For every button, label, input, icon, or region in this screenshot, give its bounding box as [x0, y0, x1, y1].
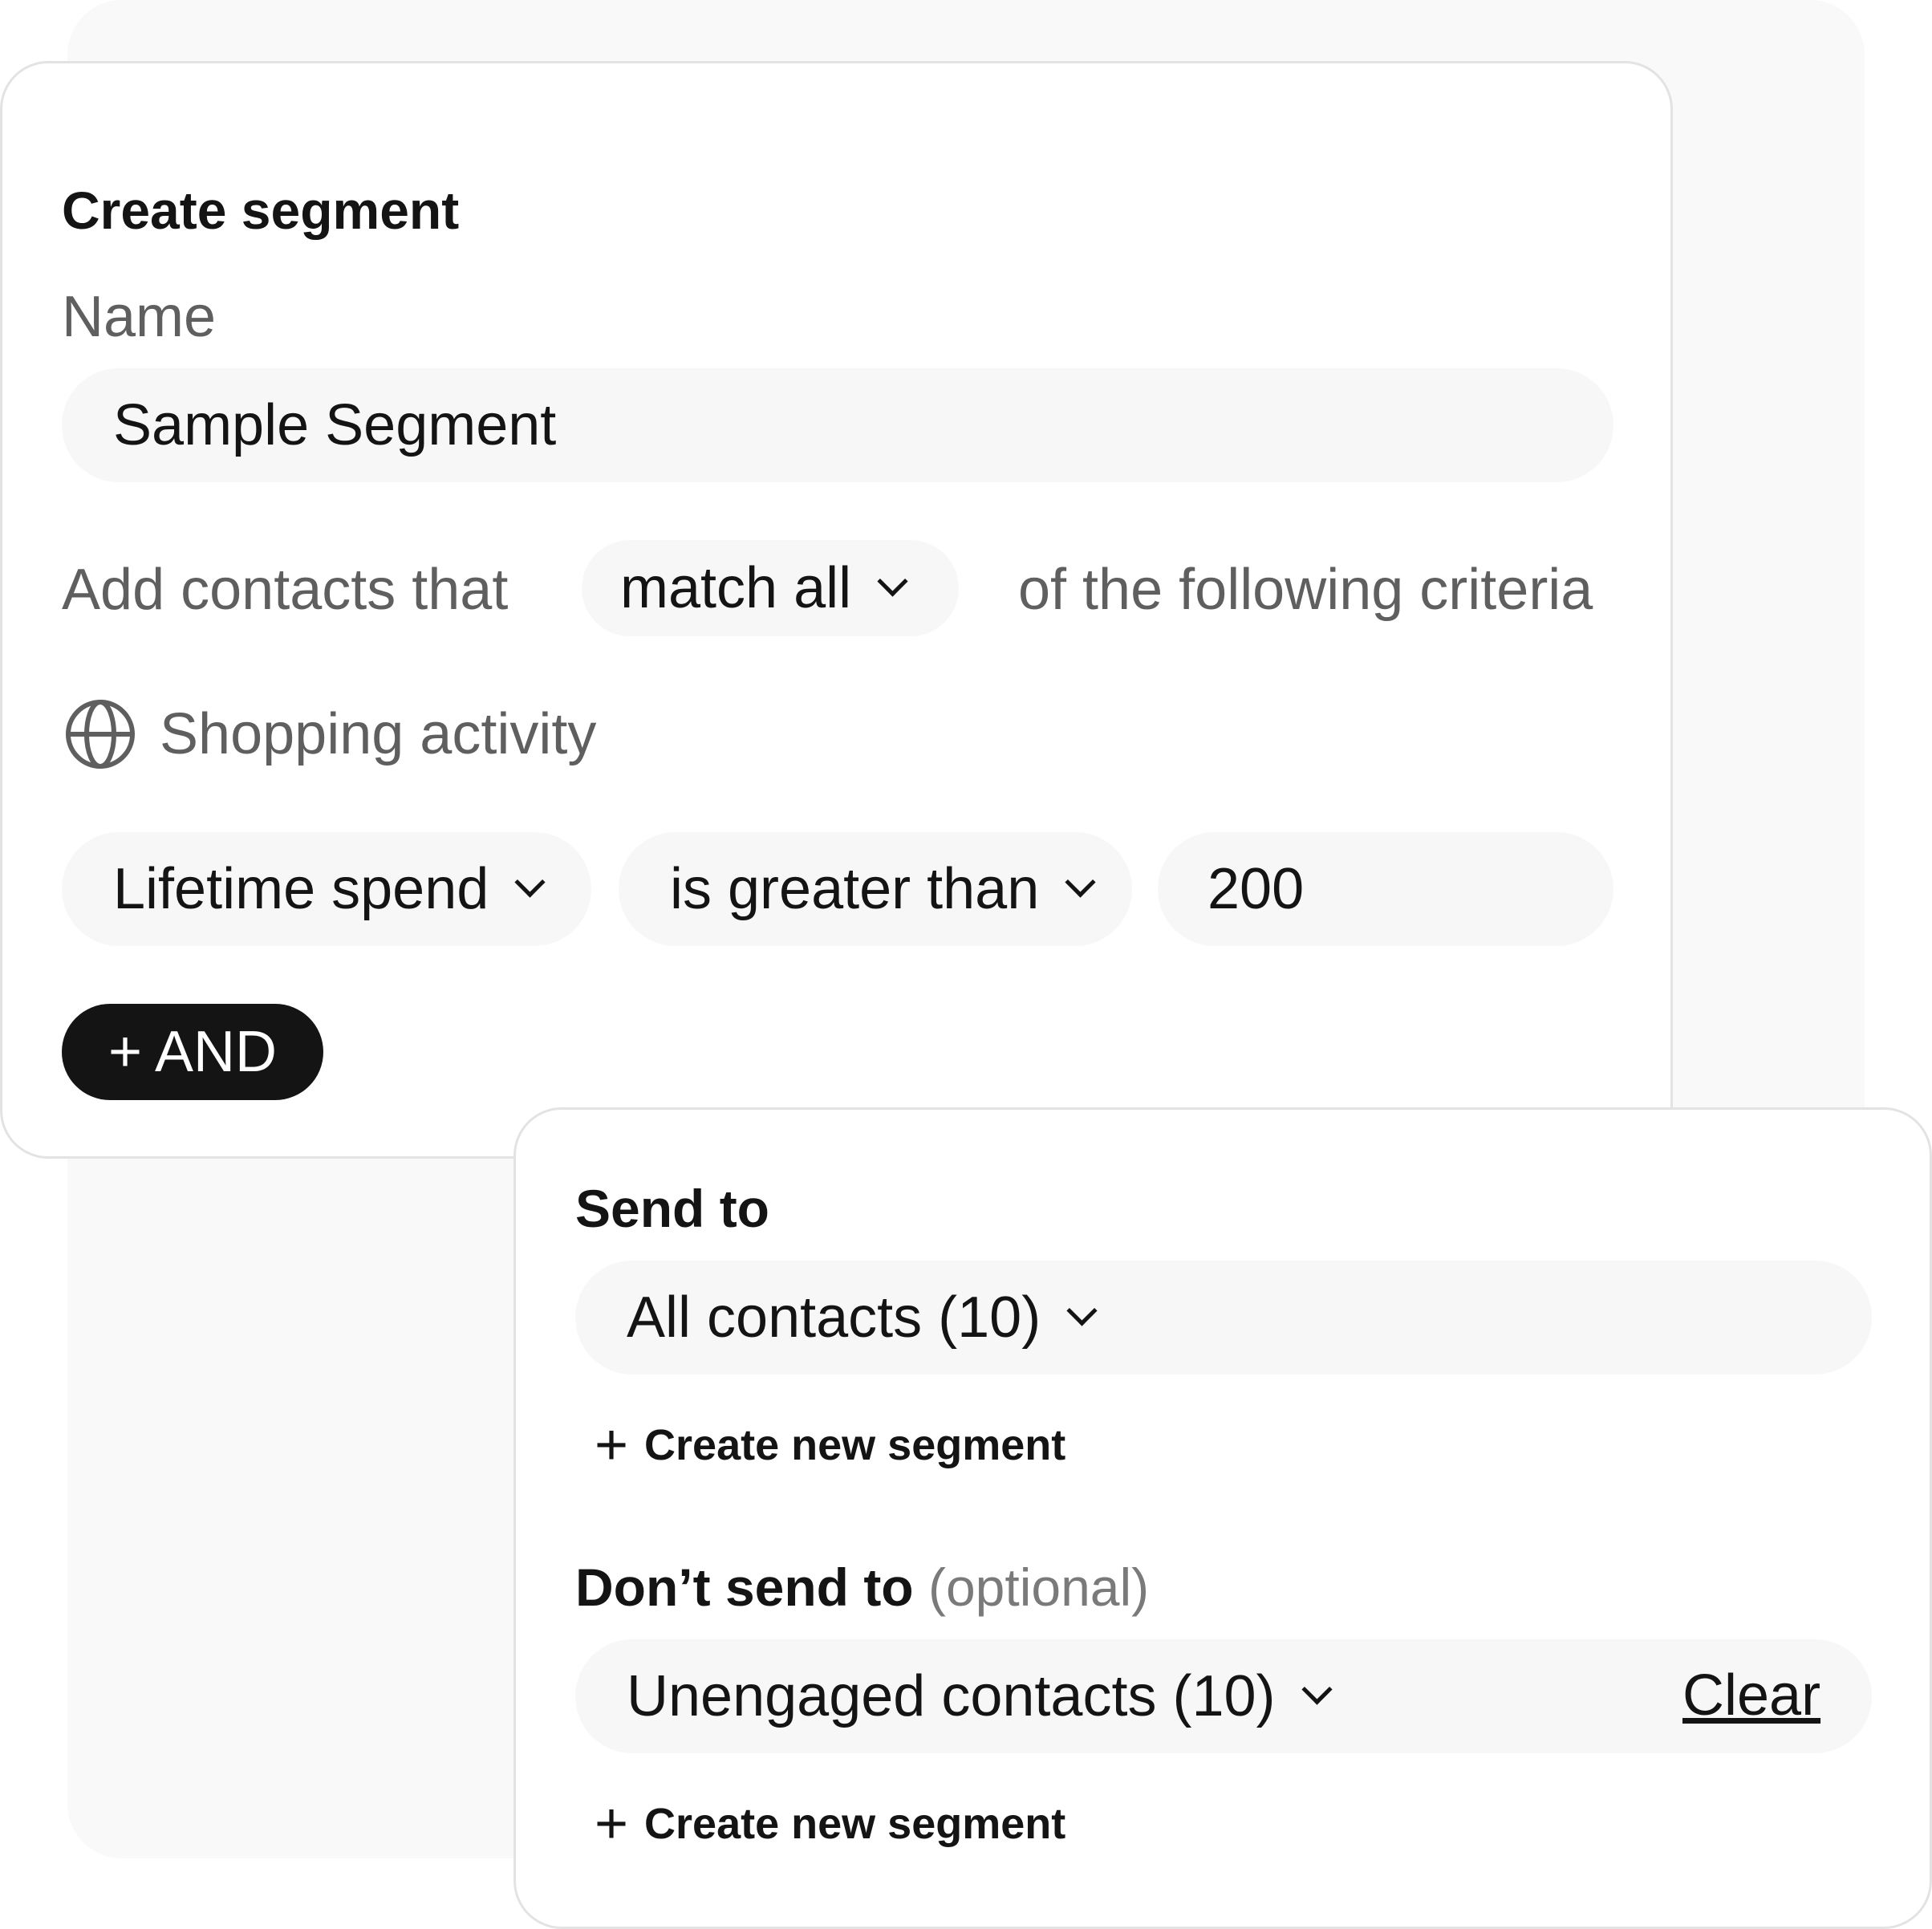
- stage: Create segment Name Sample Segment Add c…: [0, 0, 1932, 1929]
- plus-icon: +: [595, 1413, 629, 1477]
- rule-operator-value: is greater than: [670, 857, 1040, 921]
- create-segment-title: Create segment: [62, 181, 460, 240]
- globe-icon: [66, 700, 135, 769]
- match-select[interactable]: match all: [582, 540, 959, 636]
- rule-operator-select[interactable]: is greater than: [619, 832, 1132, 946]
- create-new-segment-label-2: Create new segment: [644, 1800, 1066, 1848]
- shopping-activity-label: Shopping activity: [160, 702, 597, 766]
- create-new-segment-link[interactable]: + Create new segment: [595, 1413, 1065, 1477]
- dont-send-to-select-value: Unengaged contacts (10): [627, 1664, 1276, 1728]
- add-and-button[interactable]: + AND: [62, 1004, 323, 1100]
- rule-value-input[interactable]: 200: [1158, 832, 1613, 946]
- create-segment-card: Create segment Name Sample Segment Add c…: [0, 61, 1673, 1159]
- send-to-title: Send to: [575, 1179, 769, 1238]
- name-label: Name: [62, 285, 217, 349]
- optional-label: (optional): [927, 1557, 1150, 1617]
- dont-send-to-title: Don’t send to (optional): [575, 1561, 1149, 1614]
- criteria-suffix: of the following criteria: [1018, 558, 1593, 622]
- plus-icon: +: [595, 1792, 629, 1856]
- create-new-segment-label: Create new segment: [644, 1421, 1066, 1469]
- chevron-down-icon: [877, 565, 908, 597]
- rule-field-select[interactable]: Lifetime spend: [62, 832, 591, 946]
- chevron-down-icon: [1301, 1673, 1333, 1705]
- rule-field-value: Lifetime spend: [113, 857, 489, 921]
- chevron-down-icon: [514, 866, 546, 898]
- send-to-select[interactable]: All contacts (10): [575, 1261, 1872, 1375]
- chevron-down-icon: [1065, 866, 1096, 898]
- rule-value: 200: [1208, 857, 1305, 921]
- create-new-segment-link-2[interactable]: + Create new segment: [595, 1792, 1065, 1856]
- clear-link[interactable]: Clear: [1682, 1667, 1820, 1724]
- criteria-prefix: Add contacts that: [62, 558, 509, 622]
- send-to-select-value: All contacts (10): [627, 1285, 1041, 1350]
- name-input[interactable]: Sample Segment: [62, 368, 1613, 482]
- name-input-value: Sample Segment: [113, 393, 557, 457]
- dont-send-to-label: Don’t send to: [575, 1557, 914, 1617]
- chevron-down-icon: [1066, 1294, 1098, 1326]
- dont-send-to-select[interactable]: Unengaged contacts (10): [575, 1639, 1872, 1753]
- match-select-value: match all: [620, 556, 852, 620]
- send-to-card: Send to All contacts (10) + Create new s…: [513, 1107, 1932, 1929]
